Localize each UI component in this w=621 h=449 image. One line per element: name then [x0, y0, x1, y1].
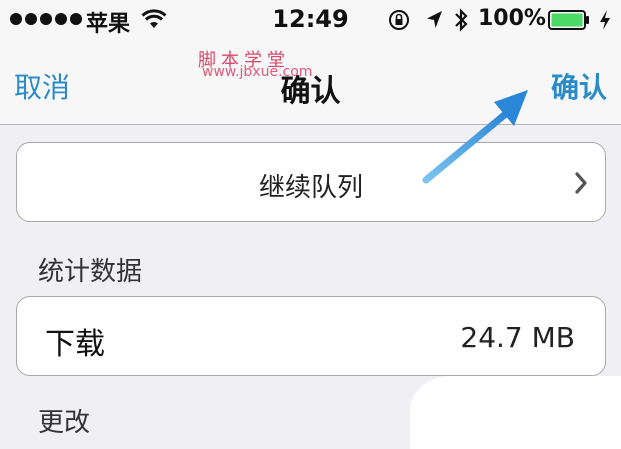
- location-arrow-icon: [427, 11, 442, 28]
- redaction-patch: [410, 376, 621, 449]
- annotation-arrow-icon: [422, 90, 528, 184]
- change-section-header: 更改: [38, 408, 91, 438]
- bluetooth-icon: [455, 8, 468, 32]
- download-row: 下载 24.7 MB: [16, 296, 606, 376]
- statistics-section-header: 统计数据: [38, 257, 143, 287]
- download-value: 24.7 MB: [460, 321, 575, 354]
- battery-percentage: 100%: [478, 6, 546, 31]
- battery-icon: [548, 10, 589, 30]
- confirm-button[interactable]: 确认: [551, 66, 607, 106]
- orientation-lock-icon: [389, 10, 409, 30]
- chevron-right-icon: [575, 172, 587, 194]
- status-bar: 苹果 12:49 100%: [0, 0, 621, 40]
- download-label: 下载: [45, 327, 105, 362]
- charging-bolt-icon: [600, 10, 610, 30]
